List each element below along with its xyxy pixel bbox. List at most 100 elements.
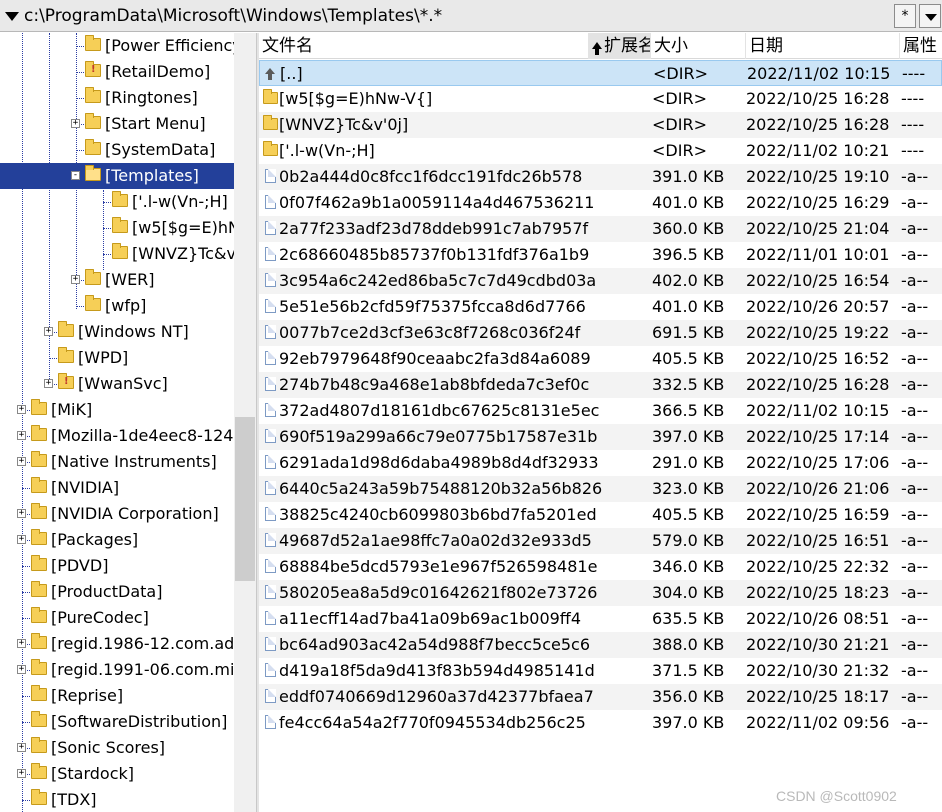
tree-item[interactable]: [Reprise] xyxy=(0,683,234,709)
column-header-date[interactable]: 日期 xyxy=(746,33,900,59)
file-row[interactable]: ['.l-w(Vn-;H] <DIR> 2022/11/02 10:21 ---- xyxy=(259,138,942,164)
file-date: 2022/10/25 21:04 xyxy=(746,219,890,238)
file-row[interactable]: 6291ada1d98d6daba4989b8d4df32933 291.0 KB… xyxy=(259,450,942,476)
tree-item[interactable]: + [Start Menu] xyxy=(0,111,234,137)
column-header-attr[interactable]: 属性 xyxy=(900,33,942,59)
tree-scrollbar-thumb[interactable] xyxy=(235,417,255,581)
file-size: 356.0 KB xyxy=(652,687,725,706)
drive-dropdown-icon[interactable] xyxy=(5,12,19,21)
tree-item[interactable]: + [WER] xyxy=(0,267,234,293)
file-row[interactable]: bc64ad903ac42a54d988f7becc5ce5c6 388.0 KB… xyxy=(259,632,942,658)
tree-item[interactable]: ['.l-w(Vn-;H] xyxy=(0,189,234,215)
column-header-ext[interactable]: 扩展名 xyxy=(589,33,651,59)
file-row[interactable]: 49687d52a1ae98ffc7a0a02d32e933d5 579.0 KB… xyxy=(259,528,942,554)
expand-icon[interactable]: + xyxy=(17,457,26,466)
expand-icon[interactable]: + xyxy=(71,275,80,284)
tree-item[interactable]: - [Templates] xyxy=(0,163,234,189)
file-row[interactable]: 38825c4240cb6099803b6bd7fa5201ed 405.5 KB… xyxy=(259,502,942,528)
file-date: 2022/11/02 09:56 xyxy=(746,713,890,732)
history-dropdown-button[interactable] xyxy=(919,4,941,28)
file-date: 2022/10/25 19:10 xyxy=(746,167,890,186)
file-row[interactable]: 3c954a6c242ed86ba5c7c7d49cdbd03a 402.0 KB… xyxy=(259,268,942,294)
expand-icon[interactable]: + xyxy=(17,535,26,544)
file-attributes: ---- xyxy=(901,89,925,108)
collapse-icon[interactable]: - xyxy=(71,171,80,180)
tree-item[interactable]: [PDVD] xyxy=(0,553,234,579)
star-button[interactable]: * xyxy=(894,4,916,28)
tree-item[interactable]: + [WwanSvc] xyxy=(0,371,234,397)
column-header-size[interactable]: 大小 xyxy=(651,33,746,59)
file-row[interactable]: 0f07f462a9b1a0059114a4d467536211 401.0 KB… xyxy=(259,190,942,216)
file-row[interactable]: 274b7b48c9a468e1ab8bfdeda7c3ef0c 332.5 KB… xyxy=(259,372,942,398)
file-size: 346.0 KB xyxy=(652,557,725,576)
file-row[interactable]: 580205ea8a5d9c01642621f802e73726 304.0 KB… xyxy=(259,580,942,606)
tree-item[interactable]: + [Mozilla-1de4eec8-124 xyxy=(0,423,234,449)
file-date: 2022/10/25 18:17 xyxy=(746,687,890,706)
file-row[interactable]: eddf0740669d12960a37d42377bfaea7 356.0 KB… xyxy=(259,684,942,710)
tree-item[interactable]: [ProductData] xyxy=(0,579,234,605)
tree-item[interactable]: + [MiK] xyxy=(0,397,234,423)
expand-icon[interactable]: + xyxy=(44,379,53,388)
tree-item[interactable]: + [Sonic Scores] xyxy=(0,735,234,761)
file-list: 文件名 扩展名 大小 日期 属性 [..] <DIR> 2022/11/02 10:… xyxy=(259,33,942,812)
expand-icon[interactable]: + xyxy=(17,431,26,440)
file-row[interactable]: [w5[$g=E)hNw-V{] <DIR> 2022/10/25 16:28 ---… xyxy=(259,86,942,112)
expand-icon[interactable]: + xyxy=(71,119,80,128)
tree-item-label: [Packages] xyxy=(51,530,139,549)
tree-item[interactable]: [SystemData] xyxy=(0,137,234,163)
folder-warning-icon xyxy=(85,61,101,77)
file-row[interactable]: 0077b7ce2d3cf3e63c8f7268c036f24f 691.5 KB… xyxy=(259,320,942,346)
tree-item[interactable]: + [Windows NT] xyxy=(0,319,234,345)
tree-item[interactable]: [WNVZ}Tc&v'0j] xyxy=(0,241,234,267)
file-row[interactable]: a11ecff14ad7ba41a09b69ac1b009ff4 635.5 KB… xyxy=(259,606,942,632)
file-name: 6440c5a243a59b75488120b32a56b826 xyxy=(279,479,603,498)
tree-item[interactable]: [Ringtones] xyxy=(0,85,234,111)
file-size: 332.5 KB xyxy=(652,375,725,394)
tree-item[interactable]: + [regid.1986-12.com.ad xyxy=(0,631,234,657)
tree-item[interactable]: + [Native Instruments] xyxy=(0,449,234,475)
tree-item[interactable]: [TDX] xyxy=(0,787,234,812)
expand-icon[interactable]: + xyxy=(17,769,26,778)
current-path[interactable]: c:\ProgramData\Microsoft\Windows\Templat… xyxy=(24,4,442,28)
file-row[interactable]: d419a18f5da9d413f83b594d4985141d 371.5 KB… xyxy=(259,658,942,684)
tree-scrollbar[interactable] xyxy=(234,33,256,812)
file-size: 635.5 KB xyxy=(652,609,725,628)
file-attributes: -a-- xyxy=(901,271,929,290)
tree-item[interactable]: [Power Efficiency xyxy=(0,33,234,59)
file-row[interactable]: 92eb7979648f90ceaabc2fa3d84a6089 405.5 KB… xyxy=(259,346,942,372)
tree-item[interactable]: [SoftwareDistribution] xyxy=(0,709,234,735)
expand-icon[interactable]: + xyxy=(17,743,26,752)
file-row[interactable]: 6440c5a243a59b75488120b32a56b826 323.0 KB… xyxy=(259,476,942,502)
tree-item[interactable]: [PureCodec] xyxy=(0,605,234,631)
file-row[interactable]: 2c68660485b85737f0b131fdf376a1b9 396.5 KB… xyxy=(259,242,942,268)
tree-item[interactable]: + [Packages] xyxy=(0,527,234,553)
file-name: 49687d52a1ae98ffc7a0a02d32e933d5 xyxy=(279,531,592,550)
parent-dir-row[interactable]: [..] <DIR> 2022/11/02 10:15 ---- xyxy=(259,60,942,86)
tree-item-label: [Stardock] xyxy=(51,764,135,783)
file-icon xyxy=(265,689,276,703)
file-row[interactable]: 690f519a299a66c79e0775b17587e31b 397.0 KB… xyxy=(259,424,942,450)
file-row[interactable]: 5e51e56b2cfd59f75375fcca8d6d7766 401.0 KB… xyxy=(259,294,942,320)
file-date: 2022/10/25 16:54 xyxy=(746,271,890,290)
expand-icon[interactable]: + xyxy=(17,665,26,674)
tree-item[interactable]: + [Stardock] xyxy=(0,761,234,787)
file-row[interactable]: [WNVZ}Tc&v'0j] <DIR> 2022/10/25 16:28 ---- xyxy=(259,112,942,138)
file-row[interactable]: 372ad4807d18161dbc67625c8131e5ec 366.5 KB… xyxy=(259,398,942,424)
file-row[interactable]: 68884be5dcd5793e1e967f526598481e 346.0 KB… xyxy=(259,554,942,580)
file-row[interactable]: 2a77f233adf23d78ddeb991c7ab7957f 360.0 KB… xyxy=(259,216,942,242)
file-row[interactable]: 0b2a444d0c8fcc1f6dcc191fdc26b578 391.0 KB… xyxy=(259,164,942,190)
tree-item[interactable]: [wfp] xyxy=(0,293,234,319)
expand-icon[interactable]: + xyxy=(17,509,26,518)
tree-item[interactable]: [RetailDemo] xyxy=(0,59,234,85)
tree-item[interactable]: [NVIDIA] xyxy=(0,475,234,501)
tree-item[interactable]: + [NVIDIA Corporation] xyxy=(0,501,234,527)
file-row[interactable]: fe4cc64a54a2f770f0945534db256c25 397.0 KB… xyxy=(259,710,942,736)
tree-item[interactable]: [w5[$g=E)hNw-V{] xyxy=(0,215,234,241)
file-name: 68884be5dcd5793e1e967f526598481e xyxy=(279,557,598,576)
expand-icon[interactable]: + xyxy=(17,405,26,414)
column-header-name[interactable]: 文件名 xyxy=(259,33,589,59)
tree-item[interactable]: + [regid.1991-06.com.mi xyxy=(0,657,234,683)
tree-item[interactable]: [WPD] xyxy=(0,345,234,371)
expand-icon[interactable]: + xyxy=(17,639,26,648)
expand-icon[interactable]: + xyxy=(44,327,53,336)
